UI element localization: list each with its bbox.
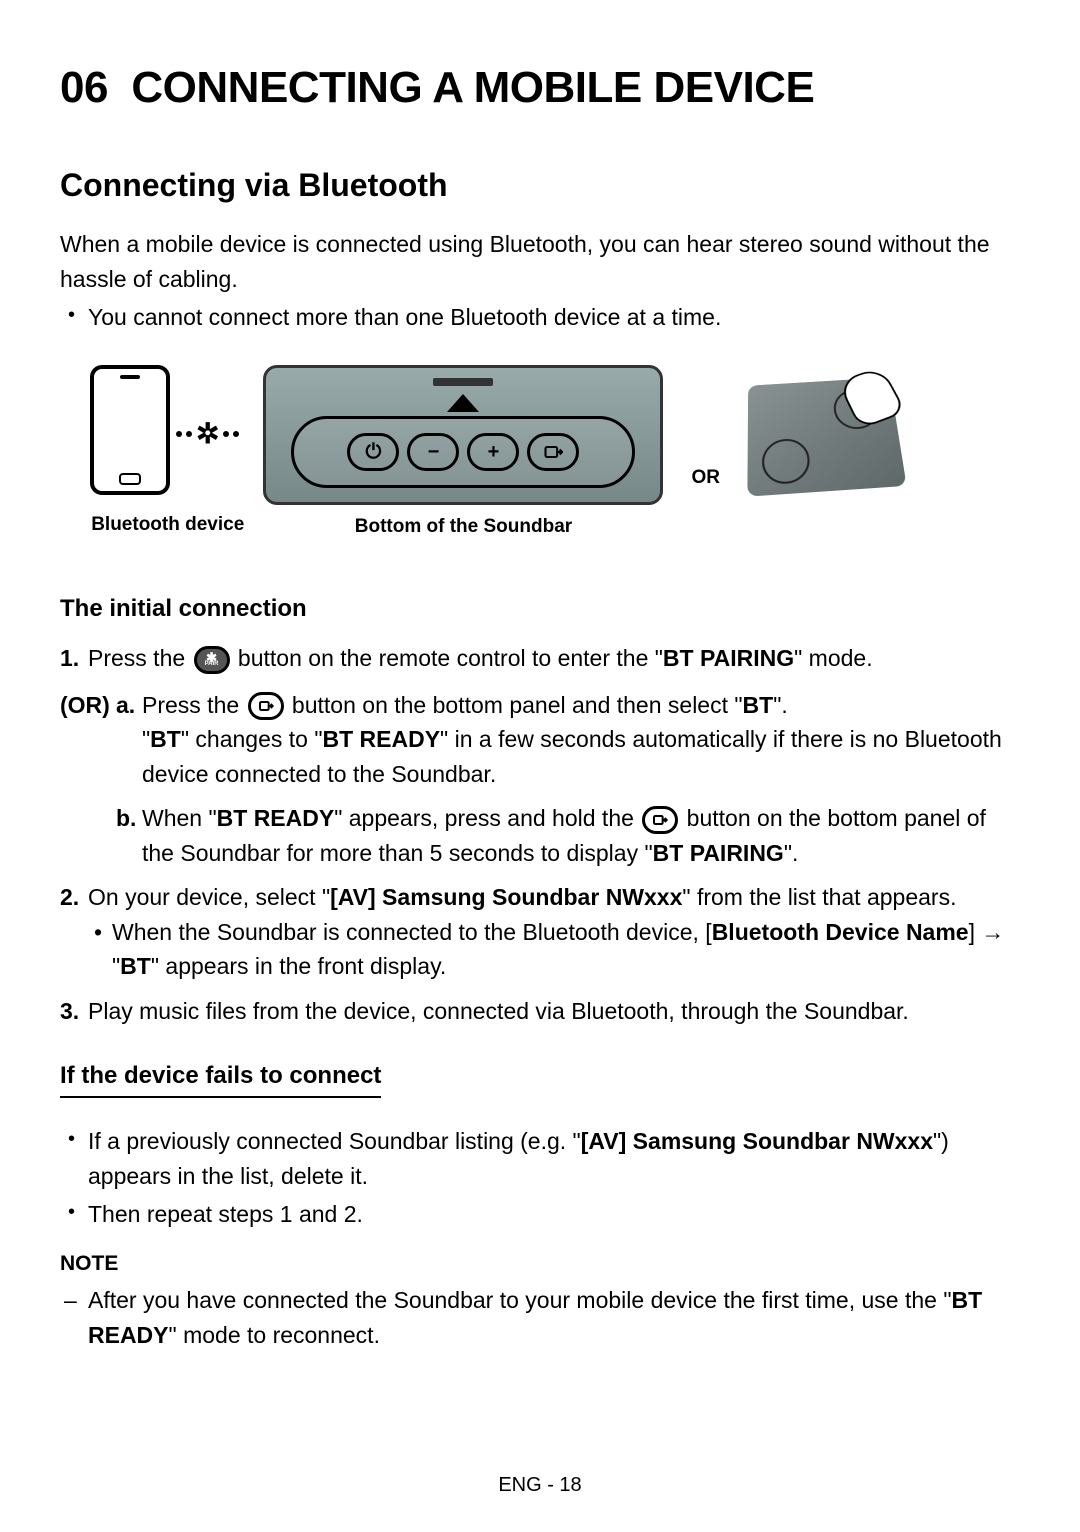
step-a: a. Press the button on the bottom panel … <box>142 688 1020 792</box>
subheading-initial: The initial connection <box>60 591 1020 627</box>
step-1: 1. Press the ✱PAIR button on the remote … <box>88 641 1020 676</box>
step-2: 2. On your device, select "[AV] Samsung … <box>88 880 1020 984</box>
source-icon <box>527 433 579 471</box>
page-number: ENG - 18 <box>0 1470 1080 1500</box>
section-title: Connecting via Bluetooth <box>60 161 1020 209</box>
source-button-icon <box>248 692 284 720</box>
chapter-title: CONNECTING A MOBILE DEVICE <box>131 63 814 112</box>
device-caption: Bluetooth device <box>90 511 245 540</box>
phone-icon <box>90 365 170 495</box>
note-label: NOTE <box>60 1248 1020 1280</box>
subheading-fail: If the device fails to connect <box>60 1058 381 1098</box>
chapter-heading: 06 CONNECTING A MOBILE DEVICE <box>60 55 1020 121</box>
bluetooth-link-icon: ✲ <box>176 413 239 455</box>
step-2-bullet: When the Soundbar is connected to the Bl… <box>112 915 1020 984</box>
minus-icon: − <box>407 433 459 471</box>
plus-icon: + <box>467 433 519 471</box>
source-button-icon <box>642 806 678 834</box>
note-item: After you have connected the Soundbar to… <box>88 1283 1020 1352</box>
step-b: b. When "BT READY" appears, press and ho… <box>142 801 1020 870</box>
intro-bullet: You cannot connect more than one Bluetoo… <box>88 300 1020 335</box>
soundbar-caption: Bottom of the Soundbar <box>263 513 663 542</box>
diagram: ✲ Bluetooth device ⏻ − + Bottom of the S… <box>90 365 1020 542</box>
soundbar-diagram: ⏻ − + Bottom of the Soundbar <box>263 365 663 542</box>
intro-paragraph: When a mobile device is connected using … <box>60 227 1020 296</box>
bt-pair-remote-icon: ✱PAIR <box>194 646 230 674</box>
step-3: 3. Play music files from the device, con… <box>88 994 1020 1029</box>
fail-bullet-1: If a previously connected Soundbar listi… <box>88 1124 1020 1193</box>
step-or-block: (OR) a. Press the button on the bottom p… <box>88 688 1020 871</box>
bluetooth-device-diagram: ✲ Bluetooth device <box>90 365 245 540</box>
chapter-number: 06 <box>60 63 108 112</box>
or-label: OR <box>691 414 720 493</box>
touch-panel-diagram <box>748 365 898 493</box>
fail-bullet-2: Then repeat steps 1 and 2. <box>88 1197 1020 1232</box>
power-icon: ⏻ <box>347 433 399 471</box>
